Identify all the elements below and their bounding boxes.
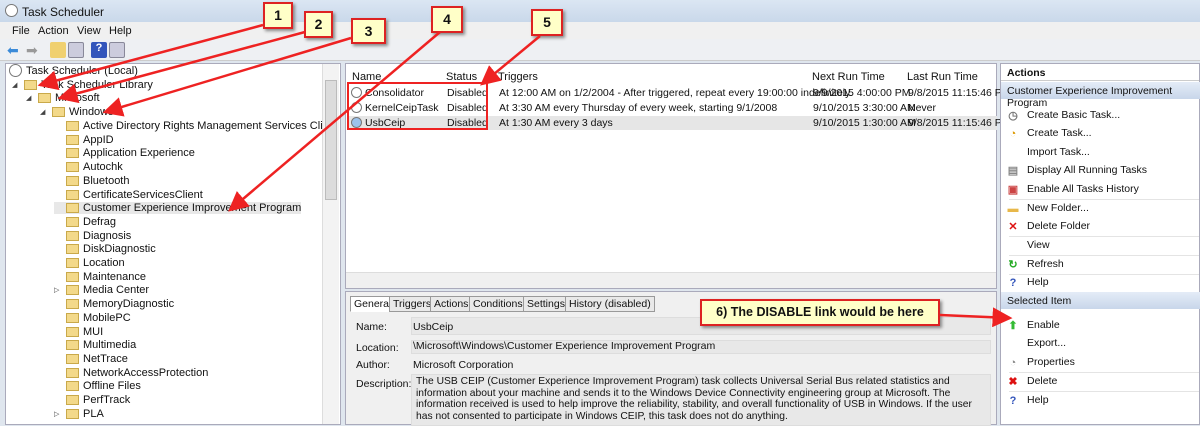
arrow-5 xyxy=(480,35,541,86)
arrow-6 xyxy=(939,307,1013,328)
arrow-4 xyxy=(228,31,441,212)
arrow-1 xyxy=(37,23,264,91)
annotation-arrows xyxy=(37,23,1013,328)
